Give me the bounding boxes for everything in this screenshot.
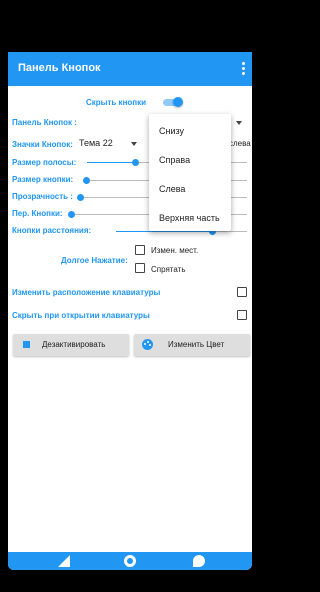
more-options-icon[interactable] xyxy=(242,62,246,76)
icons-label: Значки Кнопок: xyxy=(12,140,73,149)
change-keyboard-position-checkbox[interactable] xyxy=(237,287,247,297)
slider-fill xyxy=(87,162,135,163)
long-press-hide-checkbox[interactable] xyxy=(135,263,145,273)
slider-knob[interactable] xyxy=(77,194,84,201)
button-spacing-slider[interactable] xyxy=(116,228,247,235)
stop-icon xyxy=(23,341,30,348)
cloud-icon[interactable] xyxy=(193,555,205,567)
panel-label: Панель Кнопок : xyxy=(12,118,77,127)
icons-theme-select[interactable]: Тема 22 xyxy=(79,138,113,148)
switch-thumb xyxy=(173,97,183,107)
bottom-nav-bar xyxy=(8,552,252,570)
hide-on-keyboard-label: Скрыть при открытии клавиатуры xyxy=(12,311,150,320)
change-color-button[interactable]: Изменить Цвет xyxy=(134,334,250,356)
dropdown-option-left[interactable]: Слева xyxy=(159,184,185,194)
icons-dropdown-caret-icon[interactable] xyxy=(131,142,137,146)
icons-partial-text: слева xyxy=(229,139,251,148)
palette-icon xyxy=(142,339,153,350)
long-press-move-checkbox[interactable] xyxy=(135,245,145,255)
app-screen: Панель Кнопок Скрыть кнопки Панель Кнопо… xyxy=(8,52,252,570)
deactivate-button-label: Дезактивировать xyxy=(42,340,106,349)
deactivate-button[interactable]: Дезактивировать xyxy=(13,334,129,356)
panel-position-dropdown: Снизу Справа Слева Верхняя часть xyxy=(149,114,231,231)
slider-knob[interactable] xyxy=(83,177,90,184)
app-title: Панель Кнопок xyxy=(18,62,101,74)
dropdown-option-right[interactable]: Справа xyxy=(159,155,190,165)
settings-icon[interactable] xyxy=(124,555,136,567)
long-press-move-label: Измен. мест. xyxy=(151,246,199,255)
hide-on-keyboard-checkbox[interactable] xyxy=(237,310,247,320)
slider-fill xyxy=(116,231,212,232)
hide-buttons-label: Скрыть кнопки xyxy=(86,98,147,107)
slider-label-transparency: Прозрачность : xyxy=(12,192,73,201)
slider-label-button-move: Пер. Кнопки: xyxy=(12,209,63,218)
app-bar: Панель Кнопок xyxy=(8,52,252,86)
long-press-hide-label: Спрятать xyxy=(151,265,186,274)
panel-dropdown-caret-icon[interactable] xyxy=(236,121,242,125)
dropdown-option-bottom[interactable]: Снизу xyxy=(159,126,184,136)
slider-knob[interactable] xyxy=(132,159,139,166)
dropdown-option-top[interactable]: Верхняя часть xyxy=(159,213,220,223)
change-keyboard-position-label: Изменить расположение клавиатуры xyxy=(12,288,161,297)
change-color-button-label: Изменить Цвет xyxy=(168,340,225,349)
slider-label-button-spacing: Кнопки расстояния: xyxy=(12,226,92,235)
hide-buttons-switch[interactable] xyxy=(163,97,183,107)
slider-label-button-size: Размер кнопки: xyxy=(12,175,74,184)
share-icon[interactable] xyxy=(58,555,70,567)
long-press-label: Долгое Нажатие: xyxy=(61,256,128,265)
slider-label-bar-size: Размер полосы: xyxy=(12,158,77,167)
slider-knob[interactable] xyxy=(68,211,75,218)
